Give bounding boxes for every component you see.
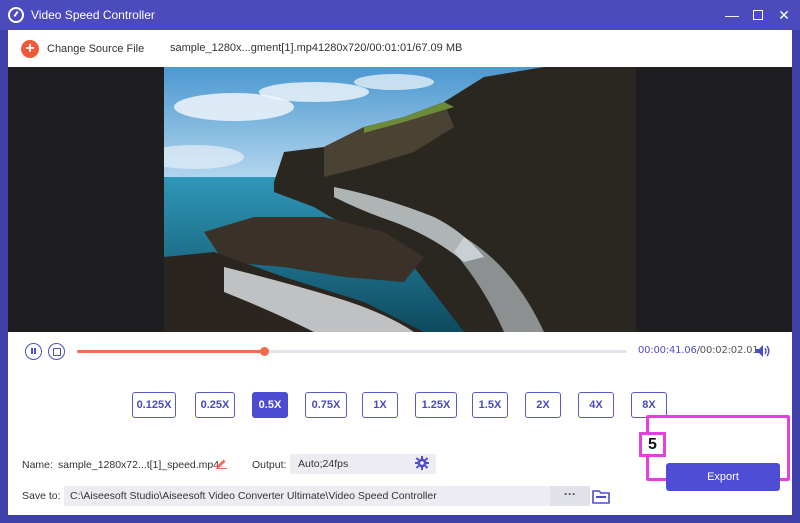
name-label: Name: bbox=[22, 459, 53, 471]
speed-button-1x[interactable]: 1X bbox=[362, 392, 398, 418]
maximize-button[interactable] bbox=[748, 6, 768, 24]
speed-button-4x[interactable]: 4X bbox=[578, 392, 614, 418]
window-controls: — ✕ bbox=[722, 6, 794, 24]
speed-button-0-5x[interactable]: 0.5X bbox=[252, 392, 288, 418]
playback-controls: 00:00:41.06/00:02:02.01 bbox=[8, 332, 792, 372]
close-button[interactable]: ✕ bbox=[774, 6, 794, 24]
gear-icon[interactable] bbox=[415, 456, 429, 470]
total-time: 00:02:02.01 bbox=[699, 345, 759, 356]
coastline-scene-image bbox=[164, 67, 636, 332]
video-frame bbox=[164, 67, 636, 332]
pause-button[interactable] bbox=[25, 343, 42, 360]
pencil-icon[interactable] bbox=[216, 458, 227, 469]
maximize-icon bbox=[753, 10, 763, 20]
output-label: Output: bbox=[252, 459, 287, 471]
add-icon[interactable]: + bbox=[21, 39, 39, 58]
step-badge: 5 bbox=[639, 432, 666, 457]
save-to-label: Save to: bbox=[22, 490, 61, 502]
source-file-info: 1280x720/00:01:01/67.09 MB bbox=[318, 42, 463, 54]
time-readout: 00:00:41.06/00:02:02.01 bbox=[638, 345, 759, 356]
output-format-value: Auto;24fps bbox=[298, 458, 349, 470]
title-bar: Video Speed Controller — ✕ bbox=[0, 0, 800, 30]
browse-more-button[interactable]: ··· bbox=[550, 486, 590, 506]
progress-track[interactable] bbox=[77, 347, 627, 356]
export-button[interactable]: Export bbox=[666, 463, 780, 491]
speed-button-2x[interactable]: 2X bbox=[525, 392, 561, 418]
speed-button-0-75x[interactable]: 0.75X bbox=[305, 392, 347, 418]
video-preview bbox=[8, 67, 792, 332]
source-file-name: sample_1280x...gment[1].mp4 bbox=[170, 42, 318, 54]
current-time: 00:00:41.06 bbox=[638, 345, 697, 356]
progress-handle[interactable] bbox=[260, 347, 269, 356]
speed-button-0-125x[interactable]: 0.125X bbox=[132, 392, 176, 418]
window-title: Video Speed Controller bbox=[31, 8, 155, 22]
speed-button-1-5x[interactable]: 1.5X bbox=[472, 392, 508, 418]
minimize-button[interactable]: — bbox=[722, 6, 742, 24]
volume-icon[interactable] bbox=[755, 344, 771, 358]
source-bar: + Change Source File sample_1280x...gmen… bbox=[8, 30, 792, 67]
save-path-value: C:\Aiseesoft Studio\Aiseesoft Video Conv… bbox=[70, 490, 437, 502]
change-source-button[interactable]: Change Source File bbox=[47, 43, 144, 55]
speed-button-0-25x[interactable]: 0.25X bbox=[195, 392, 235, 418]
output-name: sample_1280x72...t[1]_speed.mp4 bbox=[58, 459, 220, 471]
folder-icon[interactable] bbox=[592, 488, 610, 504]
speed-button-1-25x[interactable]: 1.25X bbox=[415, 392, 457, 418]
progress-fill bbox=[77, 350, 264, 353]
stop-button[interactable] bbox=[48, 343, 65, 360]
save-path-field[interactable]: C:\Aiseesoft Studio\Aiseesoft Video Conv… bbox=[64, 486, 590, 506]
speedometer-icon bbox=[8, 7, 24, 23]
